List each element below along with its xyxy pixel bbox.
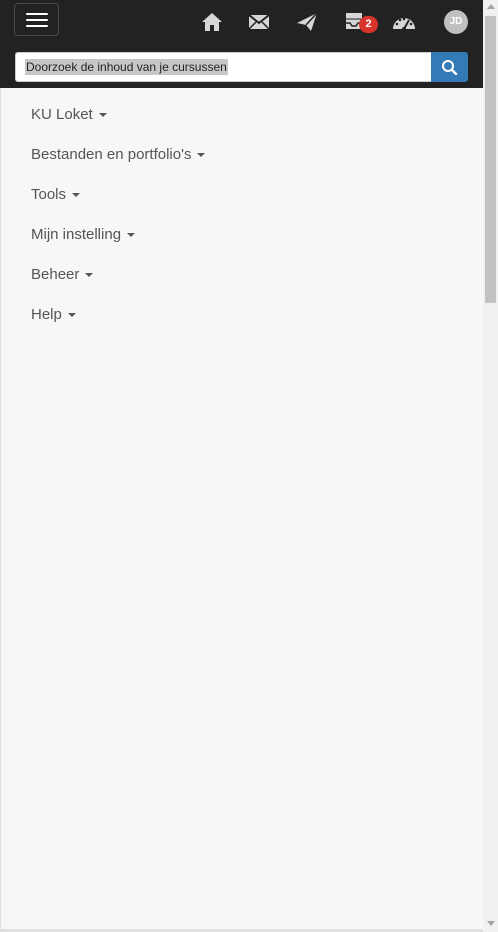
menu-item-tools[interactable]: Tools (31, 185, 205, 225)
menu-item-mijn-instelling[interactable]: Mijn instelling (31, 225, 205, 265)
vertical-scrollbar[interactable] (483, 0, 498, 932)
search-button[interactable] (431, 52, 468, 82)
user-avatar[interactable]: JD (444, 10, 468, 34)
caret-down-icon (98, 113, 107, 118)
menu-item-label: Beheer (31, 266, 80, 283)
send-icon[interactable] (294, 9, 320, 35)
menu-item-label: Bestanden en portfolio's (31, 146, 192, 163)
search-icon (442, 60, 458, 75)
menu-item-beheer[interactable]: Beheer (31, 265, 205, 305)
menu-item-ku-loket[interactable]: KU Loket (31, 105, 205, 145)
home-icon[interactable] (199, 9, 225, 35)
menu-item-label: KU Loket (31, 106, 93, 123)
caret-down-icon (197, 153, 206, 158)
page-border (0, 88, 1, 930)
search-form: Doorzoek de inhoud van je cursussen (15, 52, 468, 82)
scroll-up-arrow-icon[interactable] (487, 4, 495, 9)
menu-item-label: Mijn instelling (31, 226, 122, 243)
menu-item-label: Help (31, 306, 62, 323)
caret-down-icon (67, 313, 76, 318)
dashboard-icon[interactable] (391, 9, 417, 35)
caret-down-icon (127, 233, 136, 238)
scroll-down-arrow-icon[interactable] (487, 921, 495, 926)
caret-down-icon (72, 193, 81, 198)
menu-item-bestanden[interactable]: Bestanden en portfolio's (31, 145, 206, 185)
top-navbar: 2 JD Doorzoek de inhoud van je cursussen (0, 0, 483, 88)
hamburger-menu-button[interactable] (14, 3, 59, 36)
menu-item-help[interactable]: Help (31, 305, 205, 345)
search-input[interactable] (15, 52, 432, 82)
main-menu: KU Loket Bestanden en portfolio's Tools … (31, 105, 206, 345)
mail-icon[interactable] (246, 9, 272, 35)
caret-down-icon (85, 273, 94, 278)
hamburger-menu-icon (26, 13, 48, 15)
notification-badge: 2 (359, 16, 378, 33)
scrollbar-thumb[interactable] (485, 16, 496, 303)
menu-item-label: Tools (31, 186, 67, 203)
